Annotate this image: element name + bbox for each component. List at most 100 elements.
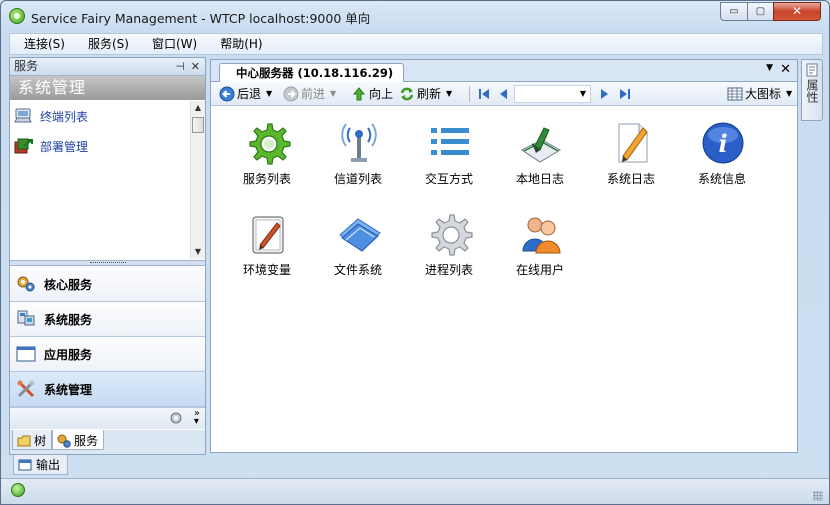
properties-icon — [805, 63, 819, 77]
tile-channel-list[interactable]: 信道列表 — [315, 114, 401, 196]
panel-close-icon[interactable]: ✕ — [191, 58, 200, 75]
address-dropdown-icon[interactable]: ▼ — [580, 86, 586, 102]
nav-label: 系统管理 — [44, 382, 93, 397]
first-button[interactable] — [476, 85, 494, 103]
system-log-icon — [609, 120, 655, 166]
terminal-list-icon — [14, 106, 34, 126]
gear-green-icon — [245, 120, 291, 166]
scroll-down-icon[interactable]: ▼ — [191, 245, 205, 259]
chevron-more-icon[interactable]: » ▾ — [194, 409, 200, 427]
tab-tree-label: 树 — [34, 434, 47, 448]
up-label: 向上 — [369, 87, 394, 101]
nav-system-manage[interactable]: 系统管理 — [10, 372, 205, 407]
scroll-thumb[interactable] — [192, 117, 204, 133]
refresh-button[interactable]: 刷新 ▼ — [399, 85, 452, 103]
previous-button[interactable] — [496, 85, 514, 103]
previous-icon — [496, 86, 512, 102]
menu-service[interactable]: 服务(S) — [79, 34, 138, 54]
nav-core-service[interactable]: 核心服务 — [10, 267, 205, 302]
tile-label: 服务列表 — [242, 172, 291, 186]
forward-button[interactable]: 前进 ▼ — [283, 85, 336, 103]
tree-item-label: 部署管理 — [40, 139, 89, 154]
tile-system-log[interactable]: 系统日志 — [588, 114, 674, 196]
tile-interaction-mode[interactable]: 交互方式 — [406, 114, 492, 196]
tile-label: 在线用户 — [515, 263, 564, 277]
tile-system-info[interactable]: i 系统信息 — [679, 114, 765, 196]
back-arrow-icon — [219, 86, 235, 102]
tab-close-icon[interactable]: ✕ — [780, 62, 791, 77]
close-button[interactable]: ✕ — [773, 2, 821, 21]
system-manage-icon — [16, 379, 36, 399]
nav-footer: » ▾ — [10, 407, 205, 429]
nav-label: 系统服务 — [44, 312, 93, 327]
tree-icon — [17, 434, 31, 448]
tile-file-system[interactable]: 文件系统 — [315, 205, 401, 287]
forward-dropdown-icon[interactable]: ▼ — [330, 85, 336, 103]
up-arrow-icon — [351, 86, 367, 102]
tab-service[interactable]: 服务 — [52, 430, 104, 450]
last-button[interactable] — [617, 85, 635, 103]
tile-label: 系统日志 — [606, 172, 655, 186]
status-bar — [1, 478, 829, 504]
icon-view: 服务列表 信道列表 交互方式 本地日志 系统日志 i 系统信息 环境变量 文件系… — [211, 108, 797, 452]
tree-item-deploy[interactable]: 部署管理 — [10, 131, 189, 161]
tab-tree[interactable]: 树 — [12, 430, 52, 450]
env-var-icon — [245, 211, 291, 257]
back-dropdown-icon[interactable]: ▼ — [266, 85, 272, 103]
system-service-icon — [16, 309, 36, 329]
up-button[interactable]: 向上 — [351, 85, 393, 103]
forward-label: 前进 — [301, 87, 326, 101]
tile-online-users[interactable]: 在线用户 — [497, 205, 583, 287]
service-panel: 服务 ⊣ ✕ 系统管理 终端列表 部署管理 ▲ ▼ 核心服务 系统服务 应用服务… — [9, 57, 206, 455]
tile-local-log[interactable]: 本地日志 — [497, 114, 583, 196]
toolbar-separator — [469, 86, 470, 102]
app-logo-icon — [9, 8, 25, 24]
panel-bottom-tabs: 树 服务 — [10, 430, 205, 454]
local-log-icon — [518, 120, 564, 166]
maximize-button[interactable]: ▢ — [747, 2, 774, 21]
large-icons-view-icon — [727, 86, 743, 102]
tree-item-terminal-list[interactable]: 终端列表 — [10, 101, 189, 131]
pin-icon[interactable]: ⊣ — [175, 58, 185, 75]
properties-tab[interactable]: 属性 — [801, 59, 823, 121]
refresh-dropdown-icon[interactable]: ▼ — [446, 85, 452, 103]
tile-process-list[interactable]: 进程列表 — [406, 205, 492, 287]
online-users-icon — [518, 211, 564, 257]
menu-window[interactable]: 窗口(W) — [143, 34, 206, 54]
service-panel-title: 服务 — [14, 59, 39, 73]
tile-service-list[interactable]: 服务列表 — [224, 114, 310, 196]
nav-label: 核心服务 — [44, 277, 93, 292]
back-button[interactable]: 后退 ▼ — [219, 85, 272, 103]
nav-system-service[interactable]: 系统服务 — [10, 302, 205, 337]
tile-label: 交互方式 — [424, 172, 473, 186]
tab-list-dropdown-icon[interactable]: ▼ — [766, 63, 773, 73]
nav-app-service[interactable]: 应用服务 — [10, 337, 205, 372]
document-window: 中心服务器 (10.18.116.29) ▼ ✕ 后退 ▼ 前进 ▼ 向上 刷新… — [210, 59, 798, 453]
process-gear-icon — [427, 211, 473, 257]
tab-center-server[interactable]: 中心服务器 (10.18.116.29) — [219, 63, 405, 83]
last-page-icon — [617, 86, 633, 102]
view-mode-button[interactable]: 大图标 ▼ — [727, 85, 792, 103]
tile-label: 进程列表 — [424, 263, 473, 277]
forward-arrow-icon — [283, 86, 299, 102]
menu-help[interactable]: 帮助(H) — [211, 34, 271, 54]
panel-splitter[interactable] — [10, 260, 205, 266]
nav-label: 应用服务 — [44, 347, 93, 362]
menu-connect[interactable]: 连接(S) — [15, 34, 74, 54]
address-combo[interactable]: ▼ — [514, 85, 591, 103]
back-label: 后退 — [237, 87, 262, 101]
scroll-up-icon[interactable]: ▲ — [191, 101, 205, 115]
configure-icon[interactable] — [169, 411, 183, 425]
minimize-button[interactable]: ▭ — [720, 2, 748, 21]
properties-label: 属性 — [805, 79, 819, 103]
next-button[interactable] — [596, 85, 614, 103]
tab-output[interactable]: 输出 — [13, 455, 68, 475]
tree-scrollbar[interactable]: ▲ ▼ — [190, 101, 205, 259]
core-service-icon — [16, 274, 36, 294]
svg-text:i: i — [718, 129, 727, 158]
tile-env-vars[interactable]: 环境变量 — [224, 205, 310, 287]
resize-grip[interactable] — [813, 491, 823, 501]
client-area: 服务 ⊣ ✕ 系统管理 终端列表 部署管理 ▲ ▼ 核心服务 系统服务 应用服务… — [9, 57, 823, 477]
app-service-icon — [16, 344, 36, 364]
view-dropdown-icon[interactable]: ▼ — [786, 85, 792, 103]
